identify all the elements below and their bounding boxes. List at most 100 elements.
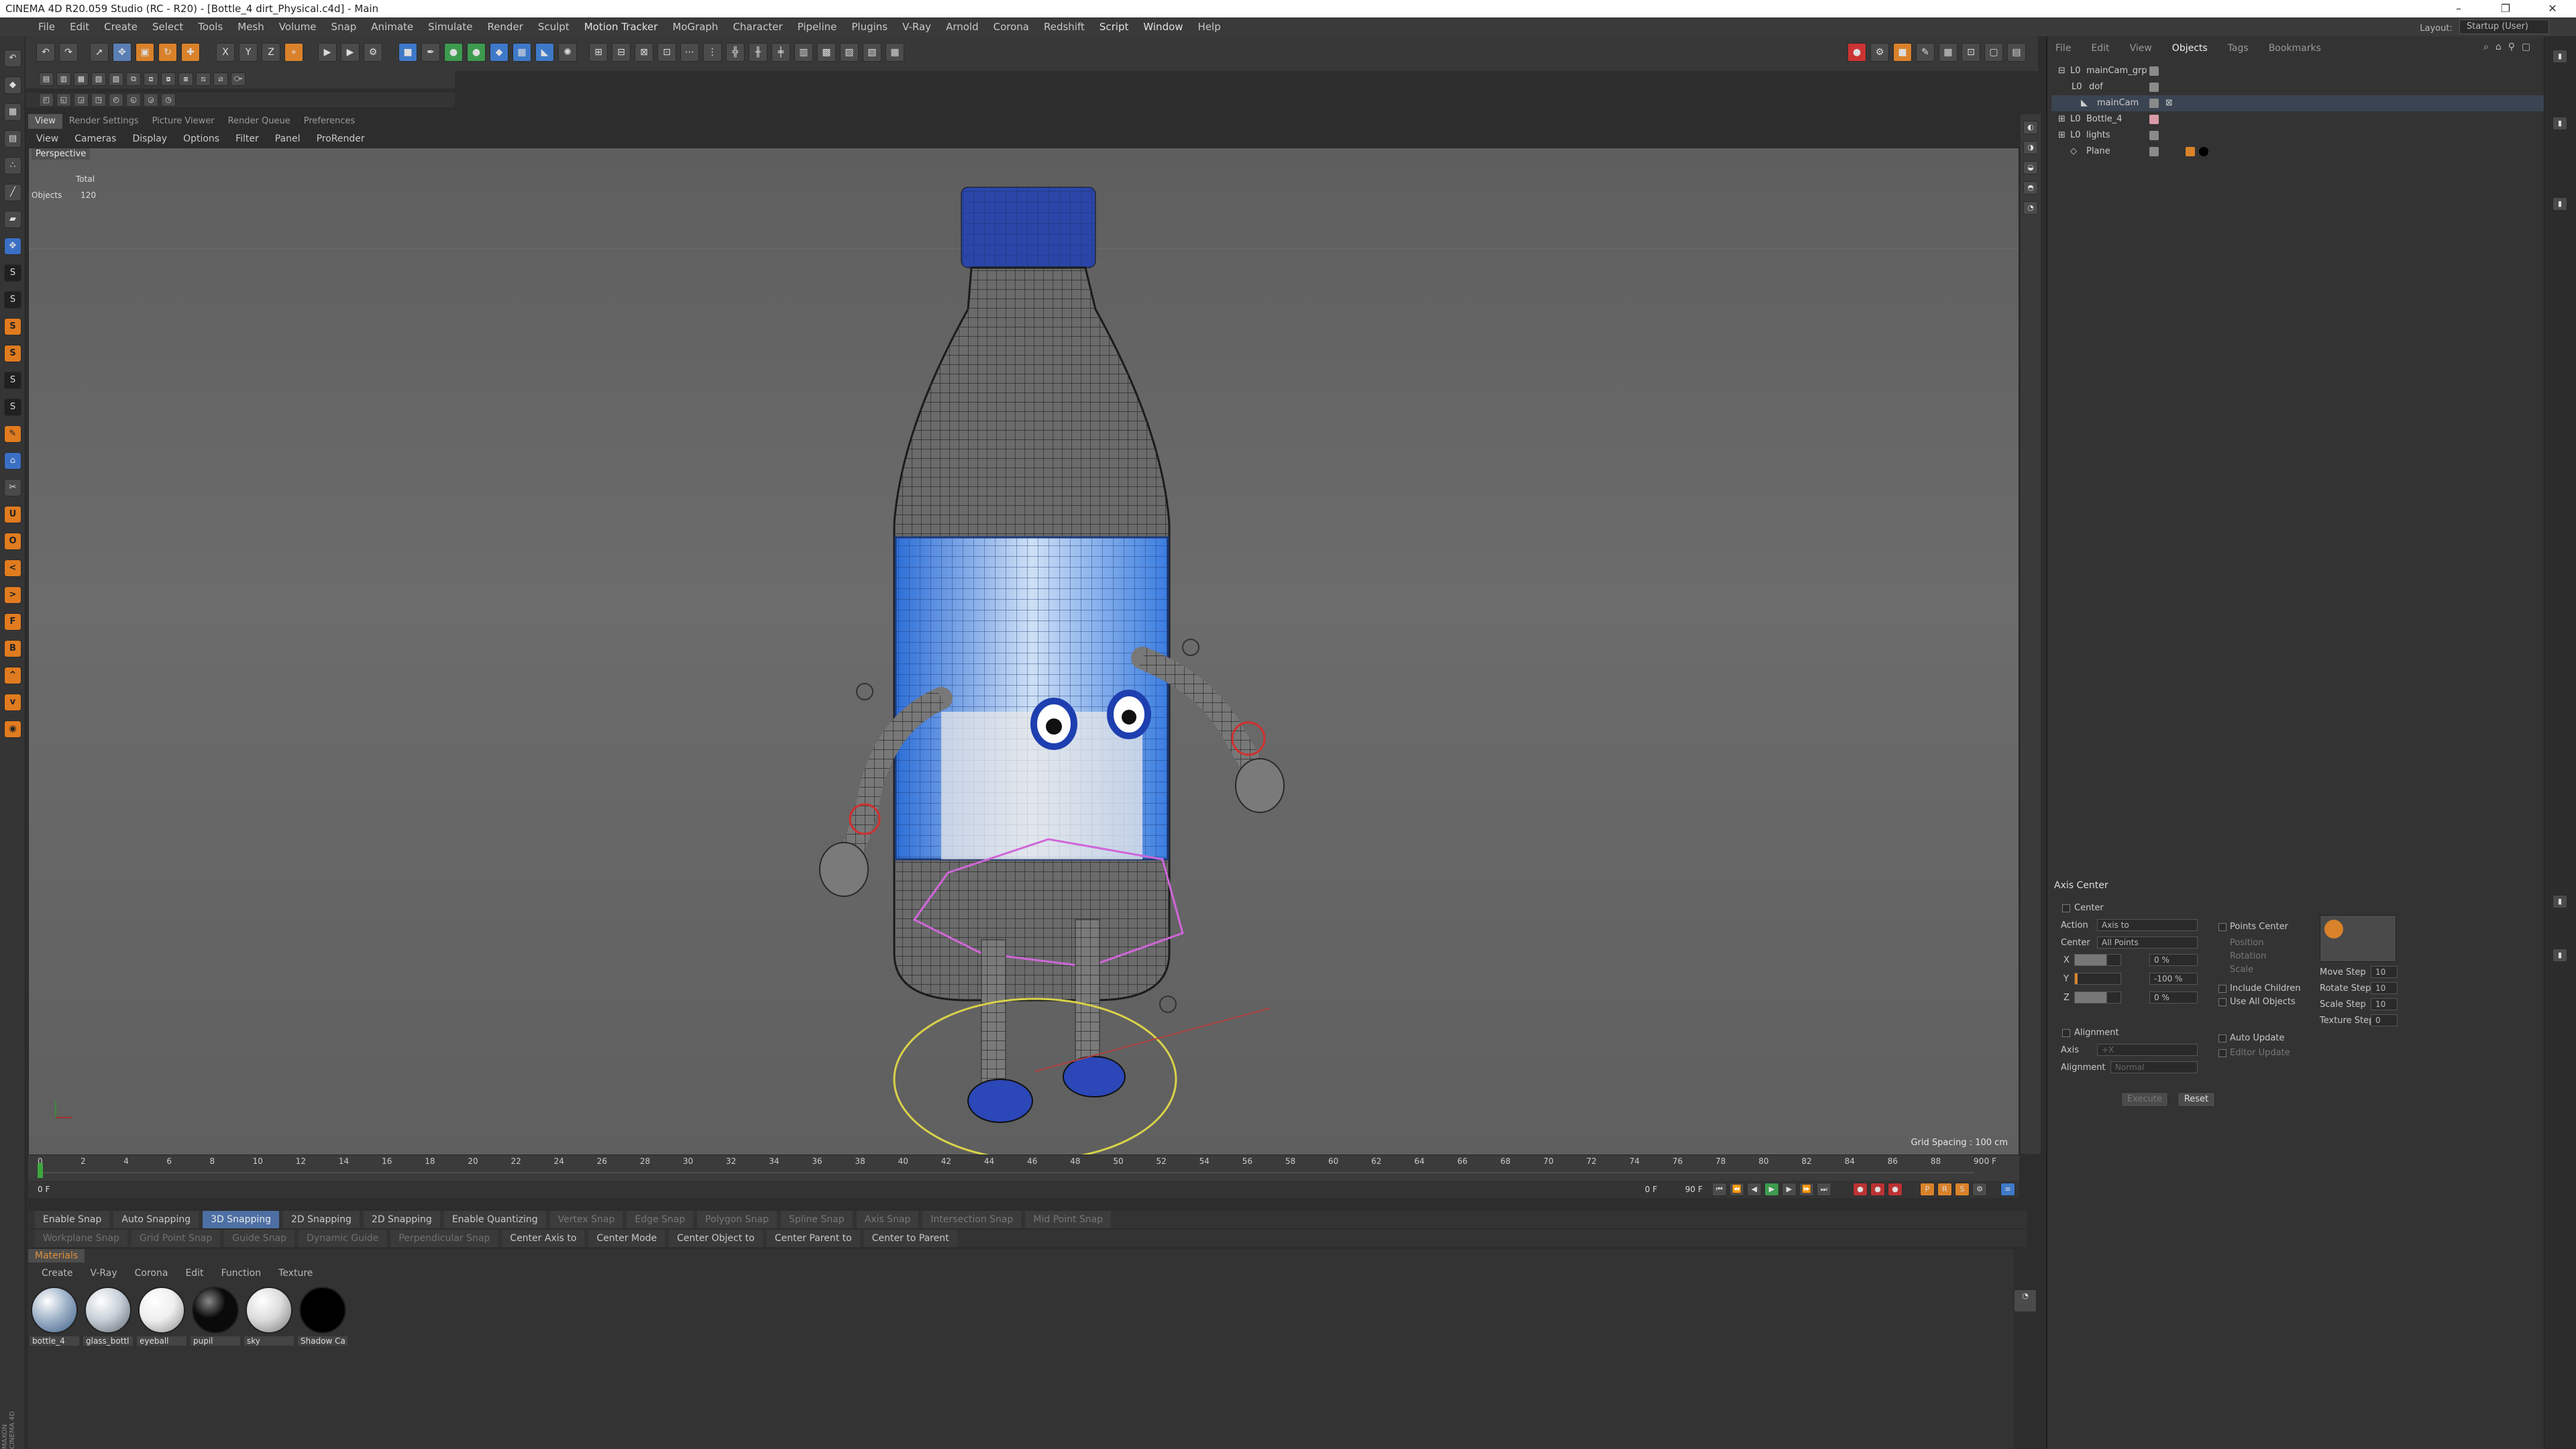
x-field[interactable]: 0 %: [2149, 954, 2198, 966]
menu-character[interactable]: Character: [726, 17, 790, 36]
expand-icon[interactable]: ⊞: [2058, 127, 2065, 144]
menu-create[interactable]: Create: [97, 17, 145, 36]
object-row[interactable]: L0 dof: [2051, 79, 2548, 95]
save-file-icon[interactable]: ▥: [56, 72, 71, 86]
viewport-menu-view[interactable]: View: [28, 131, 66, 146]
pen-icon[interactable]: ✒: [421, 43, 440, 62]
menu-edit[interactable]: Edit: [62, 17, 97, 36]
z-slider[interactable]: [2074, 991, 2121, 1004]
script-icon-7[interactable]: ⧃: [231, 72, 246, 86]
record-key-icon[interactable]: ●: [1853, 1183, 1868, 1196]
enable-snap-button[interactable]: Enable Snap: [35, 1211, 110, 1228]
edge-snap-button[interactable]: Edge Snap: [627, 1211, 694, 1228]
autokey-icon[interactable]: ●: [1870, 1183, 1885, 1196]
menu-volume[interactable]: Volume: [272, 17, 324, 36]
grid-icon[interactable]: ▦: [1939, 43, 1957, 62]
viewport-menu-panel[interactable]: Panel: [267, 131, 309, 146]
menu-mesh[interactable]: Mesh: [230, 17, 272, 36]
2d-snapping-button-2[interactable]: 2D Snapping: [363, 1211, 440, 1228]
layer-tool-icon-4[interactable]: ◳: [91, 93, 106, 107]
filter-icon[interactable]: ⚲: [2508, 42, 2515, 52]
plugin-icon-10[interactable]: >: [4, 586, 21, 604]
maximize-button[interactable]: ❐: [2482, 0, 2529, 17]
center-object-to-button[interactable]: Center Object to: [669, 1230, 763, 1247]
script-icon-6[interactable]: ⧄: [213, 72, 228, 86]
texture-step-field[interactable]: 0: [2371, 1014, 2398, 1026]
material-tag-icon[interactable]: [2199, 147, 2208, 156]
tool-icon-3[interactable]: ⊠: [635, 43, 653, 62]
next-key-icon[interactable]: ⏩: [1799, 1183, 1814, 1196]
tab-render-queue[interactable]: Render Queue: [221, 114, 297, 129]
search-icon[interactable]: ⌕: [2483, 42, 2489, 52]
menu-pipeline[interactable]: Pipeline: [790, 17, 845, 36]
render-to-picture-viewer-icon[interactable]: ▶: [341, 43, 360, 62]
workplane-icon[interactable]: ▤: [4, 130, 21, 148]
tool-icon-8[interactable]: ╫: [749, 43, 767, 62]
key-rotation-icon[interactable]: R: [1937, 1183, 1952, 1196]
snap-settings-icon[interactable]: ⚙: [1870, 43, 1889, 62]
scale-icon[interactable]: ▣: [136, 43, 154, 62]
side-tab-icon-5[interactable]: ▮: [2553, 949, 2567, 962]
deformer-icon[interactable]: ◆: [490, 43, 508, 62]
tool-icon-9[interactable]: ╪: [771, 43, 790, 62]
menu-tools[interactable]: Tools: [191, 17, 230, 36]
polygon-snap-button[interactable]: Polygon Snap: [697, 1211, 777, 1228]
prev-frame-icon[interactable]: ◀: [1747, 1183, 1762, 1196]
start-frame-field[interactable]: 0 F: [38, 1181, 50, 1198]
side-tool-icon-2[interactable]: ◑: [2023, 141, 2038, 154]
vertex-snap-button[interactable]: Vertex Snap: [549, 1211, 623, 1228]
plugin-icon-8[interactable]: O: [4, 533, 21, 550]
x-slider[interactable]: [2074, 954, 2121, 966]
model-mode-icon[interactable]: ◆: [4, 76, 21, 94]
script-icon-1[interactable]: ⧉: [126, 72, 141, 86]
light-icon[interactable]: ✺: [558, 43, 577, 62]
guide-snap-button[interactable]: Guide Snap: [224, 1230, 295, 1247]
play-icon[interactable]: ▶: [1764, 1183, 1779, 1196]
menu-plugins[interactable]: Plugins: [844, 17, 895, 36]
material-preview-icon[interactable]: ◔: [2014, 1289, 2037, 1312]
texture-tag-icon[interactable]: [2186, 147, 2195, 156]
prev-key-icon[interactable]: ⏪: [1729, 1183, 1744, 1196]
menu-simulate[interactable]: Simulate: [421, 17, 480, 36]
side-tab-icon-2[interactable]: ▮: [2553, 117, 2567, 130]
axis-snap-button[interactable]: Axis Snap: [856, 1211, 919, 1228]
menu-mograph[interactable]: MoGraph: [665, 17, 725, 36]
menu-snap[interactable]: Snap: [324, 17, 364, 36]
recent-tool-icon[interactable]: ✚: [181, 43, 200, 62]
timeline-ruler[interactable]: 0 2 4 6 8 10 12 14 16 18 20 22 24 26 28 30 32 34 36 38 40 42 4…: [28, 1155, 2019, 1181]
undo-icon[interactable]: ↶: [36, 43, 55, 62]
material-item[interactable]: sky: [244, 1285, 294, 1351]
script-icon-5[interactable]: ⧅: [196, 72, 211, 86]
om-menu-file[interactable]: File: [2055, 43, 2071, 54]
record-icon[interactable]: ●: [1847, 43, 1866, 62]
cube-icon[interactable]: ■: [398, 43, 417, 62]
plugin-icon-14[interactable]: v: [4, 694, 21, 711]
visibility-icon[interactable]: [2149, 147, 2159, 156]
cloner-icon[interactable]: ●: [467, 43, 486, 62]
center-parent-to-button[interactable]: Center Parent to: [766, 1230, 860, 1247]
script-icon-4[interactable]: ⧆: [178, 72, 193, 86]
menu-window[interactable]: Window: [1136, 17, 1190, 36]
material-item[interactable]: pupil: [191, 1285, 240, 1351]
center-checkbox[interactable]: [2062, 904, 2070, 912]
dynamic-guide-button[interactable]: Dynamic Guide: [299, 1230, 387, 1247]
live-select-icon[interactable]: ➚: [90, 43, 109, 62]
z-axis-icon[interactable]: Z: [262, 43, 280, 62]
object-row[interactable]: ◇ Plane: [2051, 144, 2548, 160]
plugin-icon-3[interactable]: S: [4, 318, 21, 335]
menu-script[interactable]: Script: [1092, 17, 1136, 36]
key-param-icon[interactable]: ⚙: [1972, 1183, 1987, 1196]
intersection-snap-button[interactable]: Intersection Snap: [922, 1211, 1022, 1228]
layer-tool-icon-8[interactable]: ◷: [161, 93, 176, 107]
coordinate-system-icon[interactable]: ⌖: [284, 43, 303, 62]
move-step-field[interactable]: 10: [2371, 966, 2398, 978]
auto-update-checkbox[interactable]: [2218, 1034, 2226, 1042]
plugin-icon-4[interactable]: S: [4, 345, 21, 362]
side-tool-icon-3[interactable]: ◒: [2023, 161, 2038, 174]
layer-tool-icon-3[interactable]: ◲: [74, 93, 89, 107]
material-item[interactable]: Shadow Ca: [298, 1285, 347, 1351]
tool-icon-10[interactable]: ▥: [794, 43, 813, 62]
side-tab-icon-4[interactable]: ▮: [2553, 895, 2567, 908]
y-field[interactable]: -100 %: [2149, 973, 2198, 985]
side-tool-icon-5[interactable]: ◔: [2023, 201, 2038, 215]
